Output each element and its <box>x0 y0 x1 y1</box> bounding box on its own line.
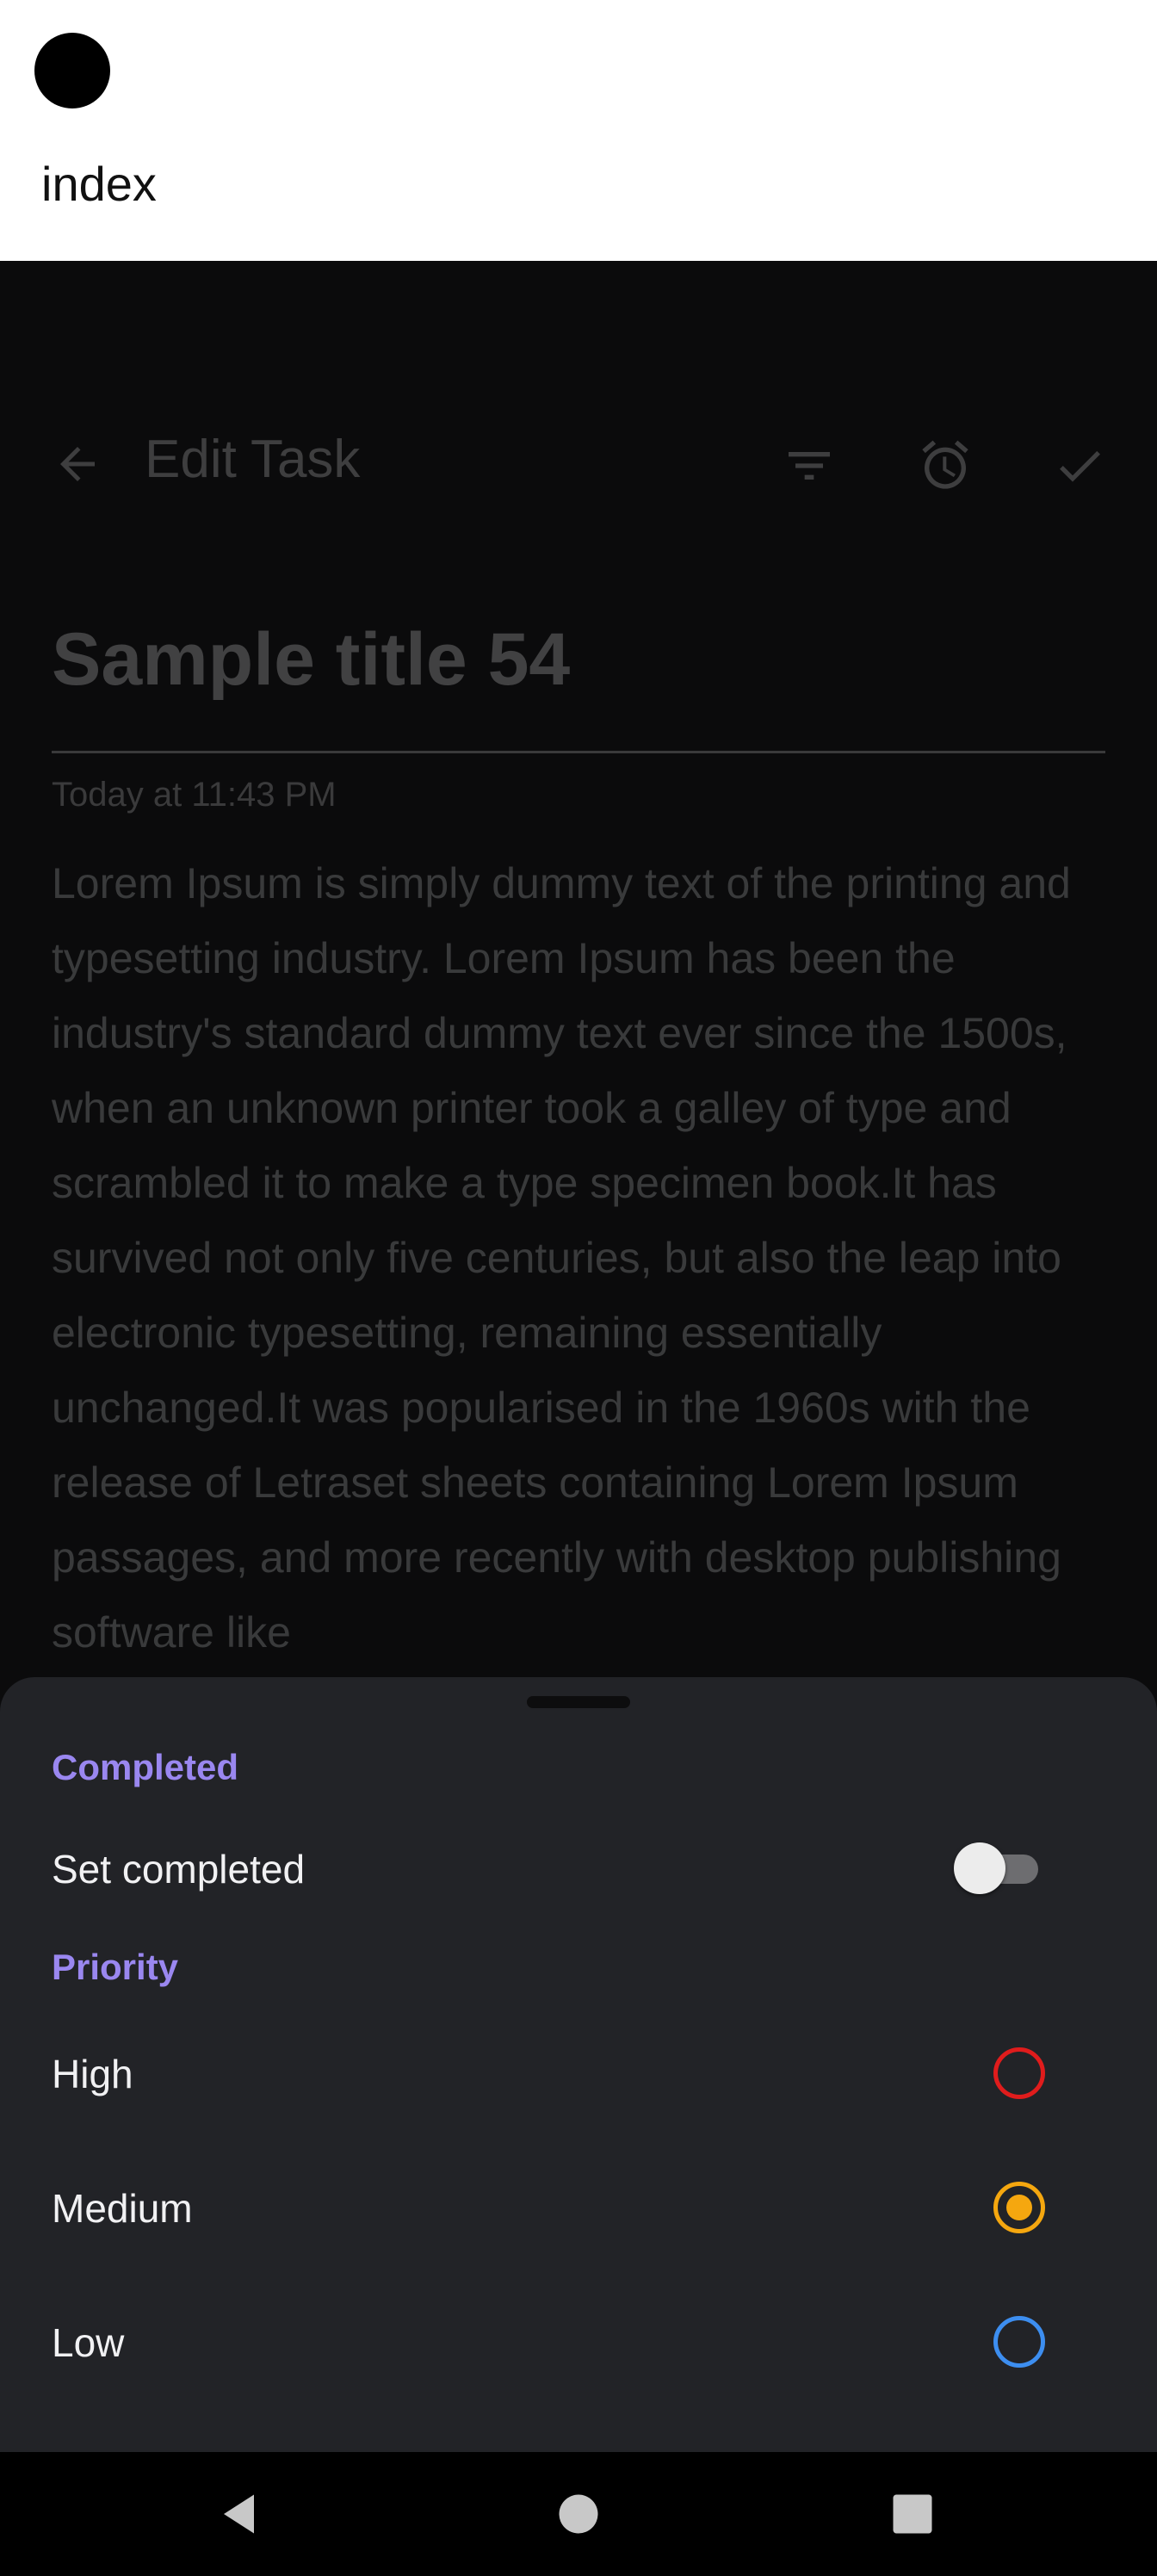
back-triangle-icon[interactable] <box>215 2488 267 2540</box>
priority-medium-label[interactable]: Medium <box>52 2189 193 2228</box>
toolbar-title: Edit Task <box>145 430 361 489</box>
system-nav-bar <box>0 2452 1157 2576</box>
set-completed-toggle[interactable] <box>954 1842 1040 1894</box>
radio-selected-dot <box>1006 2195 1032 2220</box>
check-icon[interactable] <box>1052 438 1107 493</box>
priority-high-label[interactable]: High <box>52 2054 133 2094</box>
back-arrow-icon[interactable] <box>52 438 103 490</box>
task-body-input[interactable]: Lorem Ipsum is simply dummy text of the … <box>52 846 1111 1670</box>
header-title: index <box>41 157 157 211</box>
task-date: Today at 11:43 PM <box>52 776 337 814</box>
recents-square-icon[interactable] <box>887 2488 938 2540</box>
priority-low-radio[interactable] <box>993 2316 1045 2368</box>
alarm-icon[interactable] <box>918 438 973 493</box>
set-completed-label: Set completed <box>52 1847 306 1892</box>
completed-section-label: Completed <box>52 1747 239 1787</box>
toolbar: Edit Task <box>0 390 1157 545</box>
priority-medium-radio[interactable] <box>993 2182 1045 2233</box>
home-circle-icon[interactable] <box>553 2488 604 2540</box>
task-title-input[interactable]: Sample title 54 <box>52 622 570 697</box>
drag-handle[interactable] <box>527 1696 630 1708</box>
top-header: index <box>0 0 1157 261</box>
toggle-thumb <box>954 1842 1005 1894</box>
title-underline <box>52 751 1105 753</box>
avatar-dot <box>34 33 110 108</box>
priority-section-label: Priority <box>52 1947 179 1987</box>
filter-icon[interactable] <box>782 438 837 493</box>
options-bottom-sheet: Completed Set completed Priority High Me… <box>0 1677 1157 2452</box>
priority-high-radio[interactable] <box>993 2047 1045 2099</box>
priority-low-label[interactable]: Low <box>52 2323 124 2362</box>
